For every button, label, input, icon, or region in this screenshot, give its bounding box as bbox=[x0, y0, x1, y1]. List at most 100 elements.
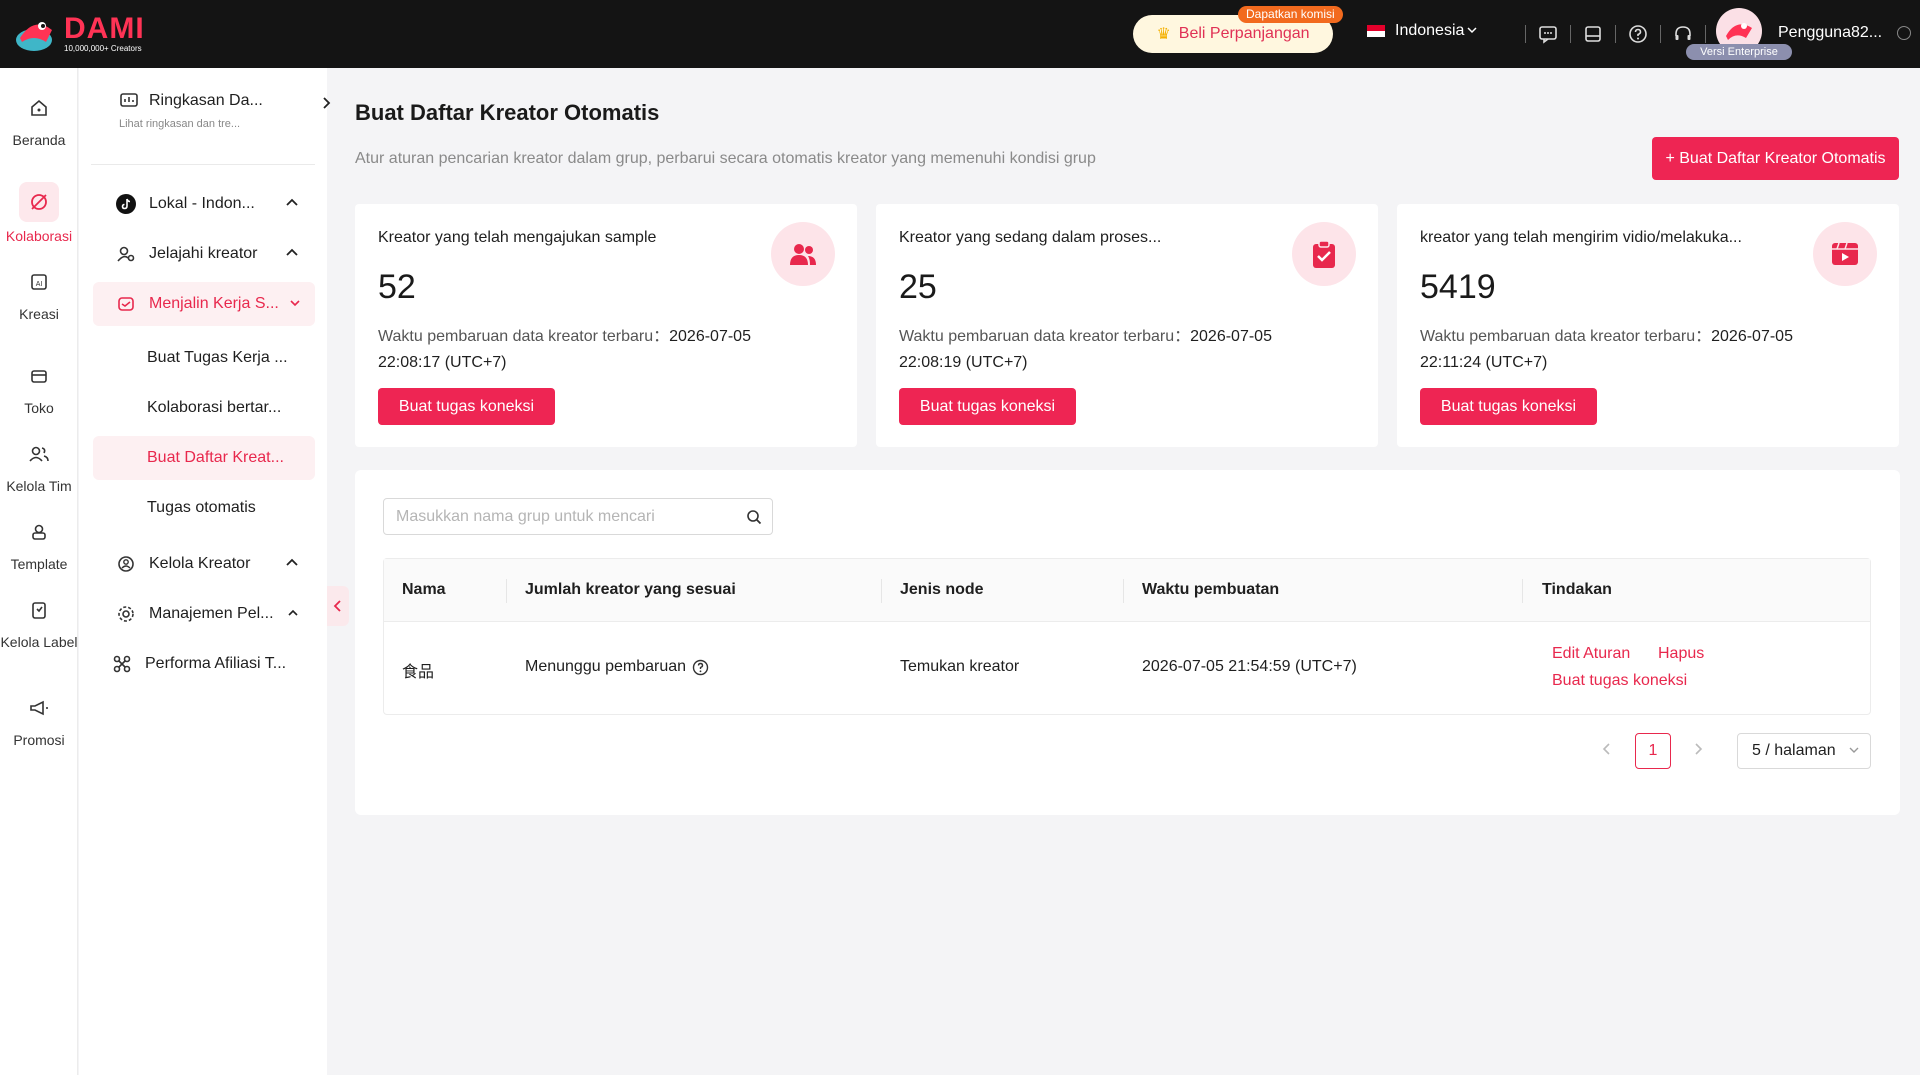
nav-label: Performa Afiliasi T... bbox=[145, 655, 287, 672]
nav-item-lokal[interactable]: Lokal - Indon... bbox=[93, 182, 315, 226]
card-title: Kreator yang sedang dalam proses... bbox=[899, 229, 1162, 246]
rail-label: Template bbox=[10, 556, 68, 572]
nav-label: Buat Tugas Kerja ... bbox=[147, 349, 288, 366]
nav-label: Menjalin Kerja S... bbox=[149, 295, 279, 312]
user-menu-chevron-icon[interactable] bbox=[1897, 26, 1911, 40]
rail-item-promosi[interactable]: Promosi bbox=[0, 694, 78, 750]
card-value: 5419 bbox=[1420, 268, 1496, 306]
cell-created-time: 2026-07-05 21:54:59 (UTC+7) bbox=[1142, 658, 1357, 675]
nav-label: Buat Daftar Kreat... bbox=[147, 449, 284, 466]
nav-item-tugas-otomatis[interactable]: Tugas otomatis bbox=[93, 486, 315, 530]
rail-item-kolaborasi[interactable]: Kolaborasi bbox=[0, 182, 78, 246]
chevron-down-icon bbox=[289, 296, 301, 314]
edit-rule-link[interactable]: Edit Aturan bbox=[1552, 645, 1630, 663]
page-button-current[interactable]: 1 bbox=[1635, 733, 1671, 769]
summary-title: Ringkasan Da... bbox=[149, 92, 263, 109]
brand-logo[interactable]: DAMI 10,000,000+ Creators bbox=[12, 12, 145, 56]
create-connection-task-button[interactable]: Buat tugas koneksi bbox=[1420, 388, 1597, 425]
create-connection-task-button[interactable]: Buat tugas koneksi bbox=[899, 388, 1076, 425]
chevron-up-icon bbox=[287, 606, 299, 624]
collapse-sidebar-button[interactable] bbox=[327, 586, 349, 626]
group-search bbox=[383, 498, 773, 535]
nav-label: Jelajahi kreator bbox=[149, 245, 258, 262]
page-title: Buat Daftar Kreator Otomatis bbox=[355, 100, 660, 125]
summary-link[interactable]: Ringkasan Da... Lihat ringkasan dan tre.… bbox=[119, 92, 331, 130]
card-update-info: Waktu pembaruan data kreator terbaru：202… bbox=[899, 324, 1329, 376]
create-connection-task-link[interactable]: Buat tugas koneksi bbox=[1552, 672, 1687, 690]
search-icon[interactable] bbox=[736, 509, 772, 525]
primary-nav-rail: Beranda Kolaborasi AI Kreasi Toko Kelola… bbox=[0, 68, 78, 1075]
divider bbox=[1525, 25, 1526, 43]
ai-create-icon: AI bbox=[25, 268, 53, 296]
divider bbox=[1705, 25, 1706, 43]
commission-badge: Dapatkan komisi bbox=[1238, 6, 1343, 23]
column-divider bbox=[506, 579, 507, 603]
megaphone-icon bbox=[25, 694, 53, 722]
crown-icon: ♛ bbox=[1156, 26, 1171, 43]
indonesia-flag-icon bbox=[1367, 25, 1385, 37]
book-icon[interactable] bbox=[1581, 22, 1605, 46]
rail-item-kelola-label[interactable]: Kelola Label bbox=[0, 596, 78, 652]
language-selector[interactable]: Indonesia bbox=[1367, 22, 1478, 40]
team-icon bbox=[25, 440, 53, 468]
help-icon[interactable] bbox=[1626, 22, 1650, 46]
card-value: 52 bbox=[378, 268, 416, 306]
nav-item-jelajahi-kreator[interactable]: Jelajahi kreator bbox=[93, 232, 315, 276]
cell-name: 食品 bbox=[402, 664, 435, 681]
chevron-down-icon bbox=[1848, 743, 1860, 761]
nav-item-kelola-kreator[interactable]: Kelola Kreator bbox=[93, 542, 315, 586]
nav-item-manajemen-pelanggan[interactable]: Manajemen Pel... bbox=[93, 592, 315, 636]
nav-item-performa-afiliasi[interactable]: Performa Afiliasi T... bbox=[93, 642, 315, 686]
svg-text:AI: AI bbox=[36, 281, 43, 288]
rail-label: Kelola Label bbox=[0, 634, 78, 650]
card-title: kreator yang telah mengirim vidio/melaku… bbox=[1420, 229, 1742, 246]
chevron-left-icon bbox=[333, 600, 341, 612]
brand-name: DAMI bbox=[64, 12, 145, 45]
create-auto-list-button[interactable]: + Buat Daftar Kreator Otomatis bbox=[1652, 137, 1899, 180]
info-icon[interactable] bbox=[692, 659, 709, 676]
delete-link[interactable]: Hapus bbox=[1658, 645, 1704, 663]
divider bbox=[1570, 25, 1571, 43]
rail-item-kreasi[interactable]: AI Kreasi bbox=[0, 268, 78, 324]
search-input[interactable] bbox=[384, 499, 736, 534]
update-label: Waktu pembaruan data kreator terbaru： bbox=[378, 328, 670, 345]
table-row: 食品 Menunggu pembaruan Temukan kreator 20… bbox=[384, 622, 1870, 714]
group-list-panel: Nama Jumlah kreator yang sesuai Jenis no… bbox=[355, 470, 1900, 815]
chevron-down-icon bbox=[1466, 24, 1478, 39]
home-icon bbox=[25, 94, 53, 122]
nav-item-kolaborasi-bertarget[interactable]: Kolaborasi bertar... bbox=[93, 386, 315, 430]
column-header: Jenis node bbox=[900, 581, 984, 598]
divider bbox=[1660, 25, 1661, 43]
page-description: Atur aturan pencarian kreator dalam grup… bbox=[355, 150, 1096, 167]
nav-item-buat-tugas-kerja[interactable]: Buat Tugas Kerja ... bbox=[93, 336, 315, 380]
message-icon[interactable] bbox=[1536, 22, 1560, 46]
column-header: Jumlah kreator yang sesuai bbox=[525, 581, 736, 598]
rail-item-toko[interactable]: Toko bbox=[0, 362, 78, 418]
nav-label: Tugas otomatis bbox=[147, 499, 256, 516]
top-icon-group bbox=[1515, 22, 1716, 46]
create-connection-task-button[interactable]: Buat tugas koneksi bbox=[378, 388, 555, 425]
chevron-up-icon bbox=[285, 196, 299, 215]
creator-manage-icon bbox=[115, 553, 137, 575]
handshake-icon bbox=[115, 293, 137, 315]
table-header: Nama Jumlah kreator yang sesuai Jenis no… bbox=[384, 559, 1870, 622]
card-update-info: Waktu pembaruan data kreator terbaru：202… bbox=[1420, 324, 1850, 376]
rail-item-kelola-tim[interactable]: Kelola Tim bbox=[0, 440, 78, 496]
clipboard-check-icon bbox=[1292, 222, 1356, 286]
rail-item-beranda[interactable]: Beranda bbox=[0, 94, 78, 150]
rail-item-template[interactable]: Template bbox=[0, 518, 78, 574]
stat-card-in-process: Kreator yang sedang dalam proses... 25 W… bbox=[876, 204, 1378, 447]
username[interactable]: Pengguna82... bbox=[1778, 24, 1882, 42]
enterprise-badge: Versi Enterprise bbox=[1686, 44, 1792, 60]
cell-node-type: Temukan kreator bbox=[900, 658, 1020, 675]
dashboard-icon bbox=[119, 92, 139, 110]
next-page-icon[interactable] bbox=[1693, 742, 1703, 761]
nav-item-buat-daftar-kreator[interactable]: Buat Daftar Kreat... bbox=[93, 436, 315, 480]
page-size-label: 5 / halaman bbox=[1752, 742, 1836, 759]
page-size-select[interactable]: 5 / halaman bbox=[1737, 733, 1871, 769]
headset-icon[interactable] bbox=[1671, 22, 1695, 46]
column-divider bbox=[881, 579, 882, 603]
nav-item-menjalin-kerja-sama[interactable]: Menjalin Kerja S... bbox=[93, 282, 315, 326]
prev-page-icon[interactable] bbox=[1602, 742, 1612, 761]
logo-mascot-icon bbox=[12, 12, 60, 56]
